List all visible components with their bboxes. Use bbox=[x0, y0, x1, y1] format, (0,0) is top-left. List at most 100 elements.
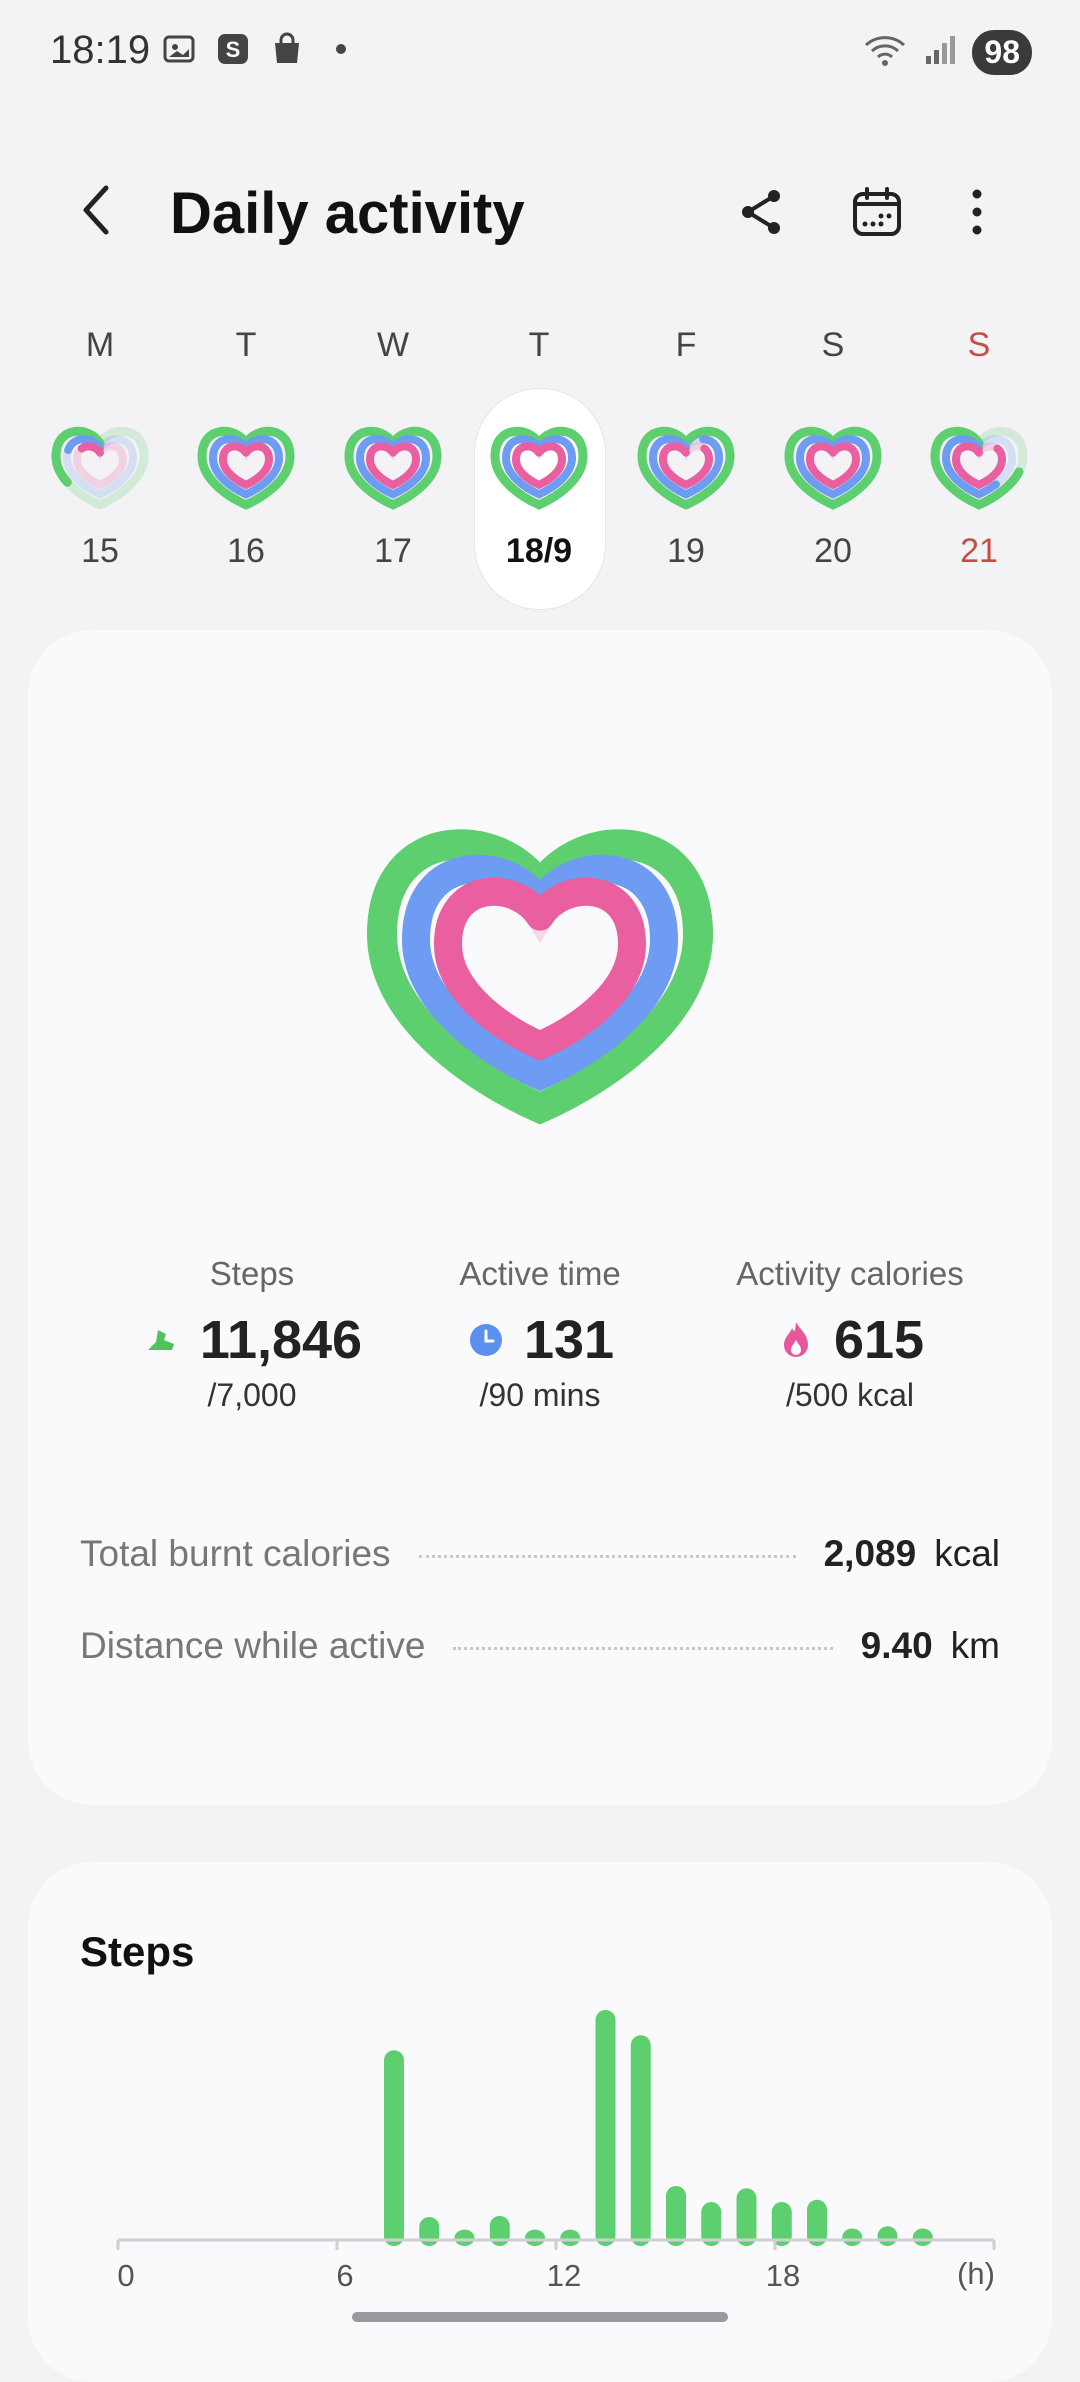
stat-value: 615 bbox=[833, 1310, 925, 1370]
metric-unit: km bbox=[950, 1625, 1000, 1666]
day-date: 21 bbox=[960, 532, 998, 570]
x-tick-label: 18 bbox=[766, 2258, 800, 2293]
day-heart-ring-cal bbox=[805, 442, 861, 490]
day-letter: W bbox=[376, 326, 410, 364]
svg-text:S: S bbox=[226, 37, 241, 62]
stat-value: 11,846 bbox=[199, 1310, 363, 1370]
stat-label: Activity calories bbox=[736, 1255, 964, 1292]
metric-total-burnt-calories[interactable]: Total burnt calories 2,089 kcal bbox=[80, 1524, 1000, 1584]
shoe-icon bbox=[142, 1320, 182, 1360]
signal-icon bbox=[922, 32, 958, 73]
day-heart-ring-cal bbox=[218, 442, 274, 490]
day-heart-ring-cal bbox=[511, 442, 567, 490]
home-indicator[interactable] bbox=[352, 2312, 728, 2322]
back-button[interactable] bbox=[68, 178, 132, 242]
activity-heart-rings bbox=[366, 829, 714, 1125]
stat-label: Active time bbox=[459, 1255, 621, 1292]
day-17[interactable]: W 17 bbox=[328, 320, 458, 610]
day-letter: T bbox=[235, 326, 257, 364]
week-selector: M 15 T 16 W 17 T 18/9 F 19 S 20 S 21 bbox=[0, 320, 1080, 620]
stat-activity-calories[interactable]: Activity calories 615 /500 kcal bbox=[700, 1255, 1000, 1414]
day-heart-ring-cal bbox=[658, 442, 714, 490]
steps-bar-hour-12 bbox=[560, 2229, 581, 2246]
metric-value: 9.40 bbox=[860, 1625, 933, 1666]
shopping-bag-icon bbox=[268, 30, 306, 68]
day-19[interactable]: F 19 bbox=[621, 320, 751, 610]
day-date: 20 bbox=[814, 532, 852, 570]
steps-bar-hour-7 bbox=[384, 2050, 404, 2246]
stat-goal: /500 kcal bbox=[785, 1377, 915, 1413]
dotted-leader bbox=[418, 1554, 796, 1558]
share-icon bbox=[742, 190, 780, 234]
steps-bar-hour-9 bbox=[454, 2229, 475, 2246]
day-letter: S bbox=[967, 326, 991, 364]
metric-value: 2,089 bbox=[823, 1533, 917, 1574]
day-heart-rings bbox=[490, 426, 588, 510]
stat-goal: /7,000 bbox=[207, 1377, 297, 1413]
day-heart-rings bbox=[930, 426, 1028, 510]
day-heart-rings bbox=[637, 426, 735, 510]
dotted-leader bbox=[453, 1646, 833, 1650]
wifi-icon bbox=[862, 31, 908, 74]
day-letter: T bbox=[528, 326, 550, 364]
day-letter: M bbox=[85, 326, 115, 364]
day-date: 18/9 bbox=[505, 532, 573, 570]
share-button[interactable] bbox=[730, 180, 794, 244]
day-18-9[interactable]: T 18/9 bbox=[474, 320, 606, 610]
steps-bar-hour-8 bbox=[419, 2217, 440, 2246]
day-21[interactable]: S 21 bbox=[914, 320, 1044, 610]
x-tick-label: 6 bbox=[336, 2258, 353, 2293]
steps-bar-hour-17 bbox=[736, 2188, 757, 2246]
more-options-button[interactable] bbox=[945, 180, 1009, 244]
steps-bar-hour-15 bbox=[666, 2185, 686, 2246]
day-date: 17 bbox=[374, 532, 412, 570]
day-date: 15 bbox=[81, 532, 119, 570]
s-app-icon: S bbox=[214, 30, 252, 68]
x-unit-label: (h) bbox=[957, 2256, 995, 2291]
clock-icon bbox=[466, 1320, 506, 1360]
metric-distance-while-active[interactable]: Distance while active 9.40 km bbox=[80, 1616, 1000, 1676]
stat-active-time[interactable]: Active time 131 /90 mins bbox=[390, 1255, 690, 1414]
stat-label: Steps bbox=[209, 1255, 295, 1292]
day-heart-rings bbox=[784, 426, 882, 510]
status-time: 18:19 bbox=[50, 28, 151, 72]
steps-bar-chart: 0 6 12 18 (h) bbox=[116, 2010, 996, 2293]
steps-bar-hour-13 bbox=[595, 2010, 616, 2246]
x-tick-label: 0 bbox=[117, 2258, 134, 2293]
calendar-button[interactable] bbox=[845, 180, 909, 244]
steps-bar-hour-21 bbox=[877, 2226, 898, 2246]
stat-steps[interactable]: Steps 11,846 /7,000 bbox=[102, 1255, 402, 1414]
metric-label: Total burnt calories bbox=[80, 1533, 391, 1574]
day-heart-rings bbox=[197, 426, 295, 510]
day-heart-ring-cal bbox=[365, 442, 421, 490]
chevron-left-icon bbox=[83, 185, 109, 235]
flame-icon bbox=[776, 1320, 816, 1360]
day-letter: S bbox=[821, 326, 845, 364]
day-heart-ring-cal bbox=[951, 442, 1007, 490]
metric-label: Distance while active bbox=[80, 1625, 426, 1666]
day-date: 19 bbox=[667, 532, 705, 570]
activity-summary-card: Steps 11,846 /7,000 Active time 131 /90 … bbox=[28, 630, 1052, 1805]
battery-indicator: 98 bbox=[972, 30, 1032, 75]
stats-row: Steps 11,846 /7,000 Active time 131 /90 … bbox=[28, 1255, 1052, 1455]
steps-card[interactable]: Steps 0 6 12 18 (h) bbox=[28, 1862, 1052, 2382]
status-bar: 18:19 S 98 bbox=[0, 0, 1080, 110]
steps-bar-hour-11 bbox=[525, 2229, 545, 2246]
day-15[interactable]: M 15 bbox=[35, 320, 165, 610]
steps-bar-hour-20 bbox=[842, 2228, 863, 2246]
day-16[interactable]: T 16 bbox=[181, 320, 311, 610]
day-date: 16 bbox=[227, 532, 265, 570]
steps-bar-hour-14 bbox=[630, 2035, 651, 2246]
x-tick-label: 12 bbox=[547, 2258, 581, 2293]
app-header: Daily activity bbox=[0, 160, 1080, 260]
more-vertical-icon bbox=[972, 189, 982, 235]
day-20[interactable]: S 20 bbox=[768, 320, 898, 610]
calendar-icon bbox=[853, 187, 901, 236]
day-heart-rings bbox=[344, 426, 442, 510]
stat-value: 131 bbox=[523, 1310, 615, 1370]
dot-icon bbox=[322, 30, 360, 68]
steps-bar-hour-22 bbox=[912, 2228, 933, 2246]
page-title: Daily activity bbox=[170, 181, 525, 246]
screenshot-icon bbox=[160, 30, 198, 68]
stat-goal: /90 mins bbox=[479, 1377, 601, 1413]
